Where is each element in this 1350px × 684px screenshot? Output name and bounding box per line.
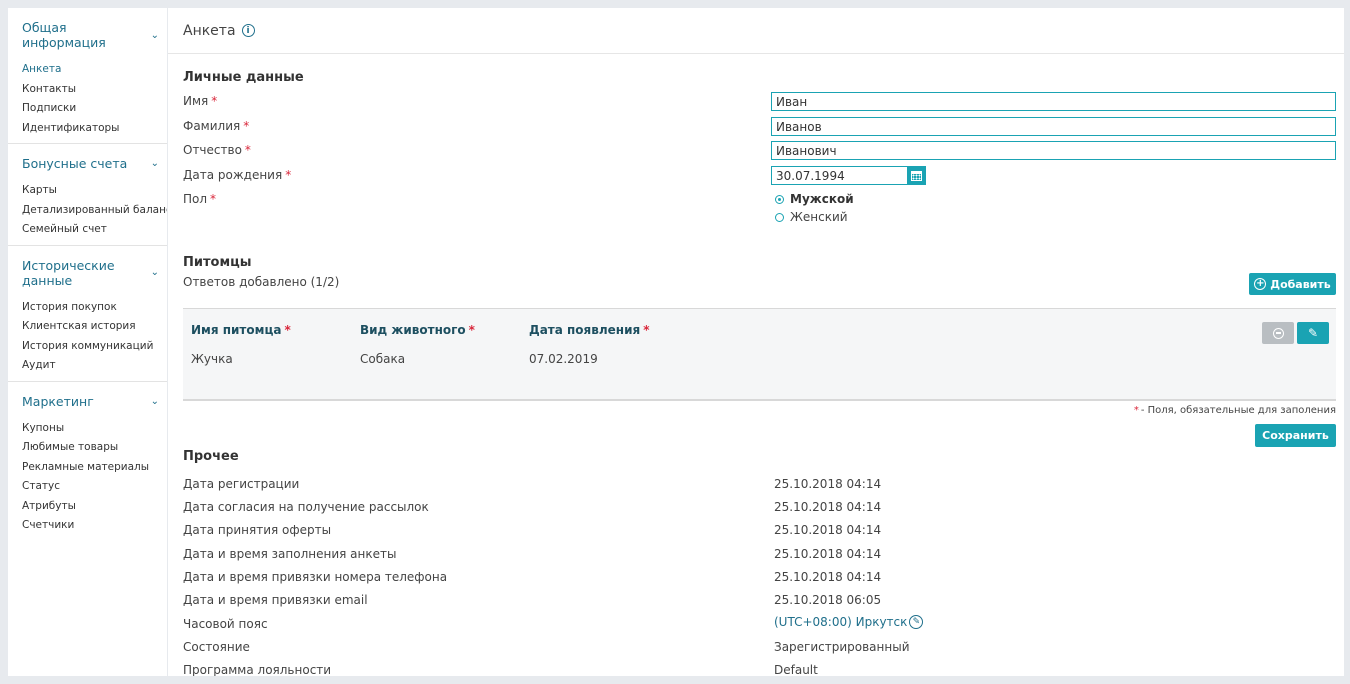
pencil-icon: ✎ (1307, 326, 1319, 340)
calendar-button[interactable] (907, 166, 926, 185)
column-header-animal-type: Вид животного * (360, 323, 475, 337)
sidebar-header-label: Исторические данные (22, 257, 115, 288)
middle-name-label: Отчество * (183, 143, 251, 157)
page-title: Анкета (183, 22, 236, 39)
plus-circle-icon: + (1254, 278, 1267, 290)
save-button[interactable]: Сохранить (1255, 424, 1336, 447)
other-section-title: Прочее (183, 449, 239, 464)
other-label: Дата регистрации (183, 477, 300, 491)
other-label: Дата и время привязки номера телефона (183, 570, 448, 584)
last-name-field[interactable] (771, 117, 1336, 136)
sidebar-item-favorite-products[interactable]: Любимые товары (22, 438, 167, 458)
sidebar-item-audit[interactable]: Аудит (22, 356, 167, 376)
sidebar-header-bonus[interactable]: Бонусные счета ⌄ (8, 144, 167, 181)
sidebar-item-purchase-history[interactable]: История покупок (22, 298, 167, 318)
sidebar-item-cards[interactable]: Карты (22, 181, 167, 201)
other-value: 25.10.2018 04:14 (774, 547, 882, 561)
sidebar-item-identifiers[interactable]: Идентификаторы (22, 119, 167, 139)
add-pet-button[interactable]: + Добавить (1249, 273, 1336, 295)
gender-female-option[interactable]: Женский (775, 210, 848, 224)
first-name-label: Имя * (183, 94, 218, 108)
sidebar-header-history[interactable]: Исторические данные ⌄ (8, 246, 167, 298)
sidebar-item-anketa[interactable]: Анкета (22, 60, 167, 80)
other-value: 25.10.2018 04:14 (774, 477, 882, 491)
table-cell-animal-type: Собака (360, 352, 406, 366)
minus-circle-icon (1272, 327, 1284, 339)
pets-answers-count: Ответов добавлено (1/2) (183, 275, 340, 289)
sidebar-section-history: Исторические данные ⌄ История покупок Кл… (8, 246, 167, 382)
middle-name-field[interactable] (771, 141, 1336, 160)
required-mark: * (211, 94, 218, 108)
sidebar-item-coupons[interactable]: Купоны (22, 419, 167, 439)
radio-checked-icon (775, 194, 784, 204)
other-label: Дата и время заполнения анкеты (183, 547, 397, 561)
birth-date-field[interactable] (771, 166, 926, 185)
other-value: 25.10.2018 04:14 (774, 500, 882, 514)
other-label: Состояние (183, 640, 250, 654)
other-label: Дата согласия на получение рассылок (183, 500, 429, 514)
sidebar-section-bonus: Бонусные счета ⌄ Карты Детализированный … (8, 144, 167, 246)
required-mark: * (285, 168, 292, 182)
sidebar-item-subscriptions[interactable]: Подписки (22, 99, 167, 119)
edit-timezone-icon[interactable]: ✎ (909, 615, 924, 629)
required-mark: * (243, 119, 250, 133)
other-label: Программа лояльности (183, 663, 332, 676)
birth-date-label: Дата рождения * (183, 168, 292, 182)
sidebar-header-marketing[interactable]: Маркетинг ⌄ (8, 382, 167, 419)
last-name-label: Фамилия * (183, 119, 250, 133)
sidebar-item-client-history[interactable]: Клиентская история (22, 317, 167, 337)
required-mark: * (244, 143, 251, 157)
main-content: Анкета i Личные данные Имя* Фамилия* Отч… (168, 8, 1344, 676)
sidebar-header-label: Общая информация (22, 20, 106, 50)
other-value: 25.10.2018 06:05 (774, 593, 882, 607)
chevron-down-icon: ⌄ (150, 267, 159, 278)
edit-pet-button[interactable]: ✎ (1297, 322, 1329, 344)
timezone-link[interactable]: (UTC+08:00) Иркутск ✎ (774, 615, 924, 629)
sidebar-item-family-account[interactable]: Семейный счет (22, 220, 167, 240)
sidebar-item-contacts[interactable]: Контакты (22, 80, 167, 100)
sidebar-header-label: Бонусные счета (22, 156, 128, 171)
page-header: Анкета i (168, 8, 1344, 54)
pets-table: Имя питомца * Вид животного * Дата появлен… (183, 308, 1336, 401)
other-value: Зарегистрированный (774, 640, 910, 654)
other-label: Часовой пояс (183, 617, 268, 631)
required-mark: * (210, 192, 217, 206)
table-cell-appearance-date: 07.02.2019 (529, 352, 598, 366)
sidebar-section-marketing: Маркетинг ⌄ Купоны Любимые товары Реклам… (8, 382, 167, 541)
other-label: Дата и время привязки email (183, 593, 368, 607)
first-name-field[interactable] (771, 92, 1336, 111)
other-label: Дата принятия оферты (183, 523, 332, 537)
radio-unchecked-icon (775, 212, 784, 222)
sidebar-item-status[interactable]: Статус (22, 477, 167, 497)
column-header-pet-name: Имя питомца * (191, 323, 291, 337)
sidebar-item-counters[interactable]: Счетчики (22, 516, 167, 536)
sidebar: Общая информация ⌄ Анкета Контакты Подпи… (8, 8, 167, 676)
gender-male-option[interactable]: Мужской (775, 192, 854, 206)
calendar-icon (911, 170, 922, 181)
sidebar-item-ad-materials[interactable]: Рекламные материалы (22, 458, 167, 478)
other-value: 25.10.2018 04:14 (774, 523, 882, 537)
table-cell-pet-name: Жучка (191, 352, 233, 366)
sidebar-item-detailed-balance[interactable]: Детализированный баланс (22, 201, 167, 221)
required-fields-note: * - Поля, обязательные для заполения (1133, 405, 1336, 416)
remove-pet-button[interactable] (1262, 322, 1294, 344)
other-value: 25.10.2018 04:14 (774, 570, 882, 584)
chevron-down-icon: ⌄ (150, 158, 159, 169)
sidebar-item-communication-history[interactable]: История коммуникаций (22, 337, 167, 357)
sidebar-section-general: Общая информация ⌄ Анкета Контакты Подпи… (8, 8, 167, 144)
chevron-down-icon: ⌄ (150, 29, 159, 41)
info-icon[interactable]: i (241, 24, 255, 37)
pets-section-title: Питомцы (183, 255, 252, 270)
gender-label: Пол * (183, 192, 217, 206)
sidebar-header-label: Маркетинг (22, 393, 94, 409)
sidebar-header-general[interactable]: Общая информация ⌄ (8, 8, 167, 60)
chevron-down-icon: ⌄ (150, 395, 159, 407)
sidebar-item-attributes[interactable]: Атрибуты (22, 497, 167, 517)
personal-section-title: Личные данные (183, 70, 304, 85)
other-value: Default (774, 663, 818, 676)
column-header-appearance-date: Дата появления * (529, 323, 650, 337)
